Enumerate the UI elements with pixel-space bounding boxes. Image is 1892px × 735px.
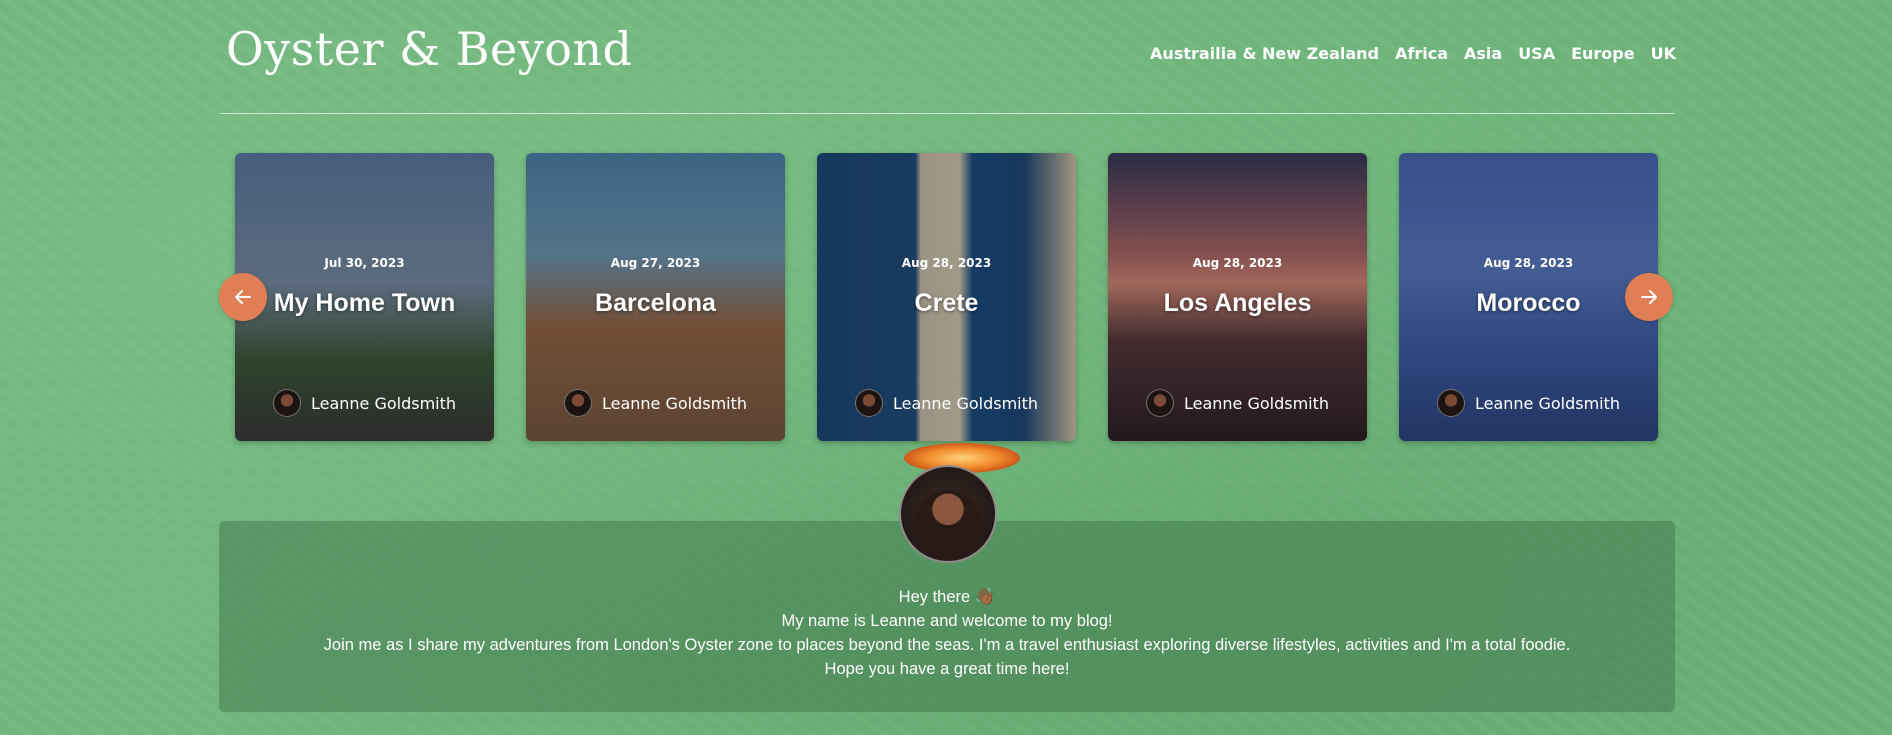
author-avatar xyxy=(1436,389,1465,417)
site-logo[interactable]: Oyster & Beyond xyxy=(226,22,632,76)
post-date: Aug 27, 2023 xyxy=(610,256,701,270)
post-author: Leanne Goldsmith xyxy=(1399,389,1658,417)
post-card-my-home-town[interactable]: Jul 30, 2023 My Home Town Leanne Goldsmi… xyxy=(235,153,494,441)
about-text: Hey there 👋🏾 My name is Leanne and welco… xyxy=(219,585,1675,681)
arrow-left-icon xyxy=(235,290,251,304)
nav-item-uk[interactable]: UK xyxy=(1651,44,1676,63)
post-date: Jul 30, 2023 xyxy=(324,256,405,270)
post-title[interactable]: Morocco xyxy=(1399,289,1658,318)
about-description: Join me as I share my adventures from Lo… xyxy=(323,636,1571,654)
carousel-prev-button[interactable] xyxy=(219,273,267,321)
nav-item-europe[interactable]: Europe xyxy=(1571,44,1635,63)
author-avatar xyxy=(272,389,301,417)
author-profile-avatar xyxy=(899,465,997,563)
post-author: Leanne Goldsmith xyxy=(817,389,1076,417)
author-name: Leanne Goldsmith xyxy=(601,393,748,413)
author-avatar xyxy=(563,389,592,417)
nav-item-usa[interactable]: USA xyxy=(1518,44,1555,63)
post-card-crete[interactable]: Aug 28, 2023 Crete Leanne Goldsmith xyxy=(817,153,1076,441)
author-avatar xyxy=(1145,389,1174,417)
post-date: Aug 28, 2023 xyxy=(901,256,992,270)
post-title[interactable]: Barcelona xyxy=(526,289,785,318)
author-name: Leanne Goldsmith xyxy=(892,393,1039,413)
nav-item-africa[interactable]: Africa xyxy=(1395,44,1448,63)
post-carousel: Jul 30, 2023 My Home Town Leanne Goldsmi… xyxy=(235,153,1658,441)
post-card-barcelona[interactable]: Aug 27, 2023 Barcelona Leanne Goldsmith xyxy=(526,153,785,441)
author-avatar xyxy=(854,389,883,417)
post-author: Leanne Goldsmith xyxy=(526,389,785,417)
about-closing: Hope you have a great time here! xyxy=(824,660,1070,678)
author-name: Leanne Goldsmith xyxy=(1183,393,1330,413)
arrow-right-icon xyxy=(1641,290,1657,304)
post-card-los-angeles[interactable]: Aug 28, 2023 Los Angeles Leanne Goldsmit… xyxy=(1108,153,1367,441)
post-title[interactable]: Crete xyxy=(817,289,1076,318)
post-title[interactable]: Los Angeles xyxy=(1108,289,1367,318)
post-date: Aug 28, 2023 xyxy=(1192,256,1283,270)
nav-item-asia[interactable]: Asia xyxy=(1464,44,1502,63)
carousel-next-button[interactable] xyxy=(1625,273,1673,321)
post-author: Leanne Goldsmith xyxy=(1108,389,1367,417)
post-date: Aug 28, 2023 xyxy=(1483,256,1574,270)
main-nav: Austrailia & New Zealand Africa Asia USA… xyxy=(1150,44,1676,63)
post-author: Leanne Goldsmith xyxy=(235,389,494,417)
post-card-morocco[interactable]: Aug 28, 2023 Morocco Leanne Goldsmith xyxy=(1399,153,1658,441)
author-name: Leanne Goldsmith xyxy=(310,393,457,413)
author-name: Leanne Goldsmith xyxy=(1474,393,1621,413)
about-greeting: Hey there 👋🏾 xyxy=(898,588,996,606)
post-title[interactable]: My Home Town xyxy=(235,289,494,318)
about-welcome: My name is Leanne and welcome to my blog… xyxy=(781,612,1113,630)
nav-item-australia-nz[interactable]: Austrailia & New Zealand xyxy=(1150,44,1379,63)
header-divider xyxy=(220,113,1675,114)
